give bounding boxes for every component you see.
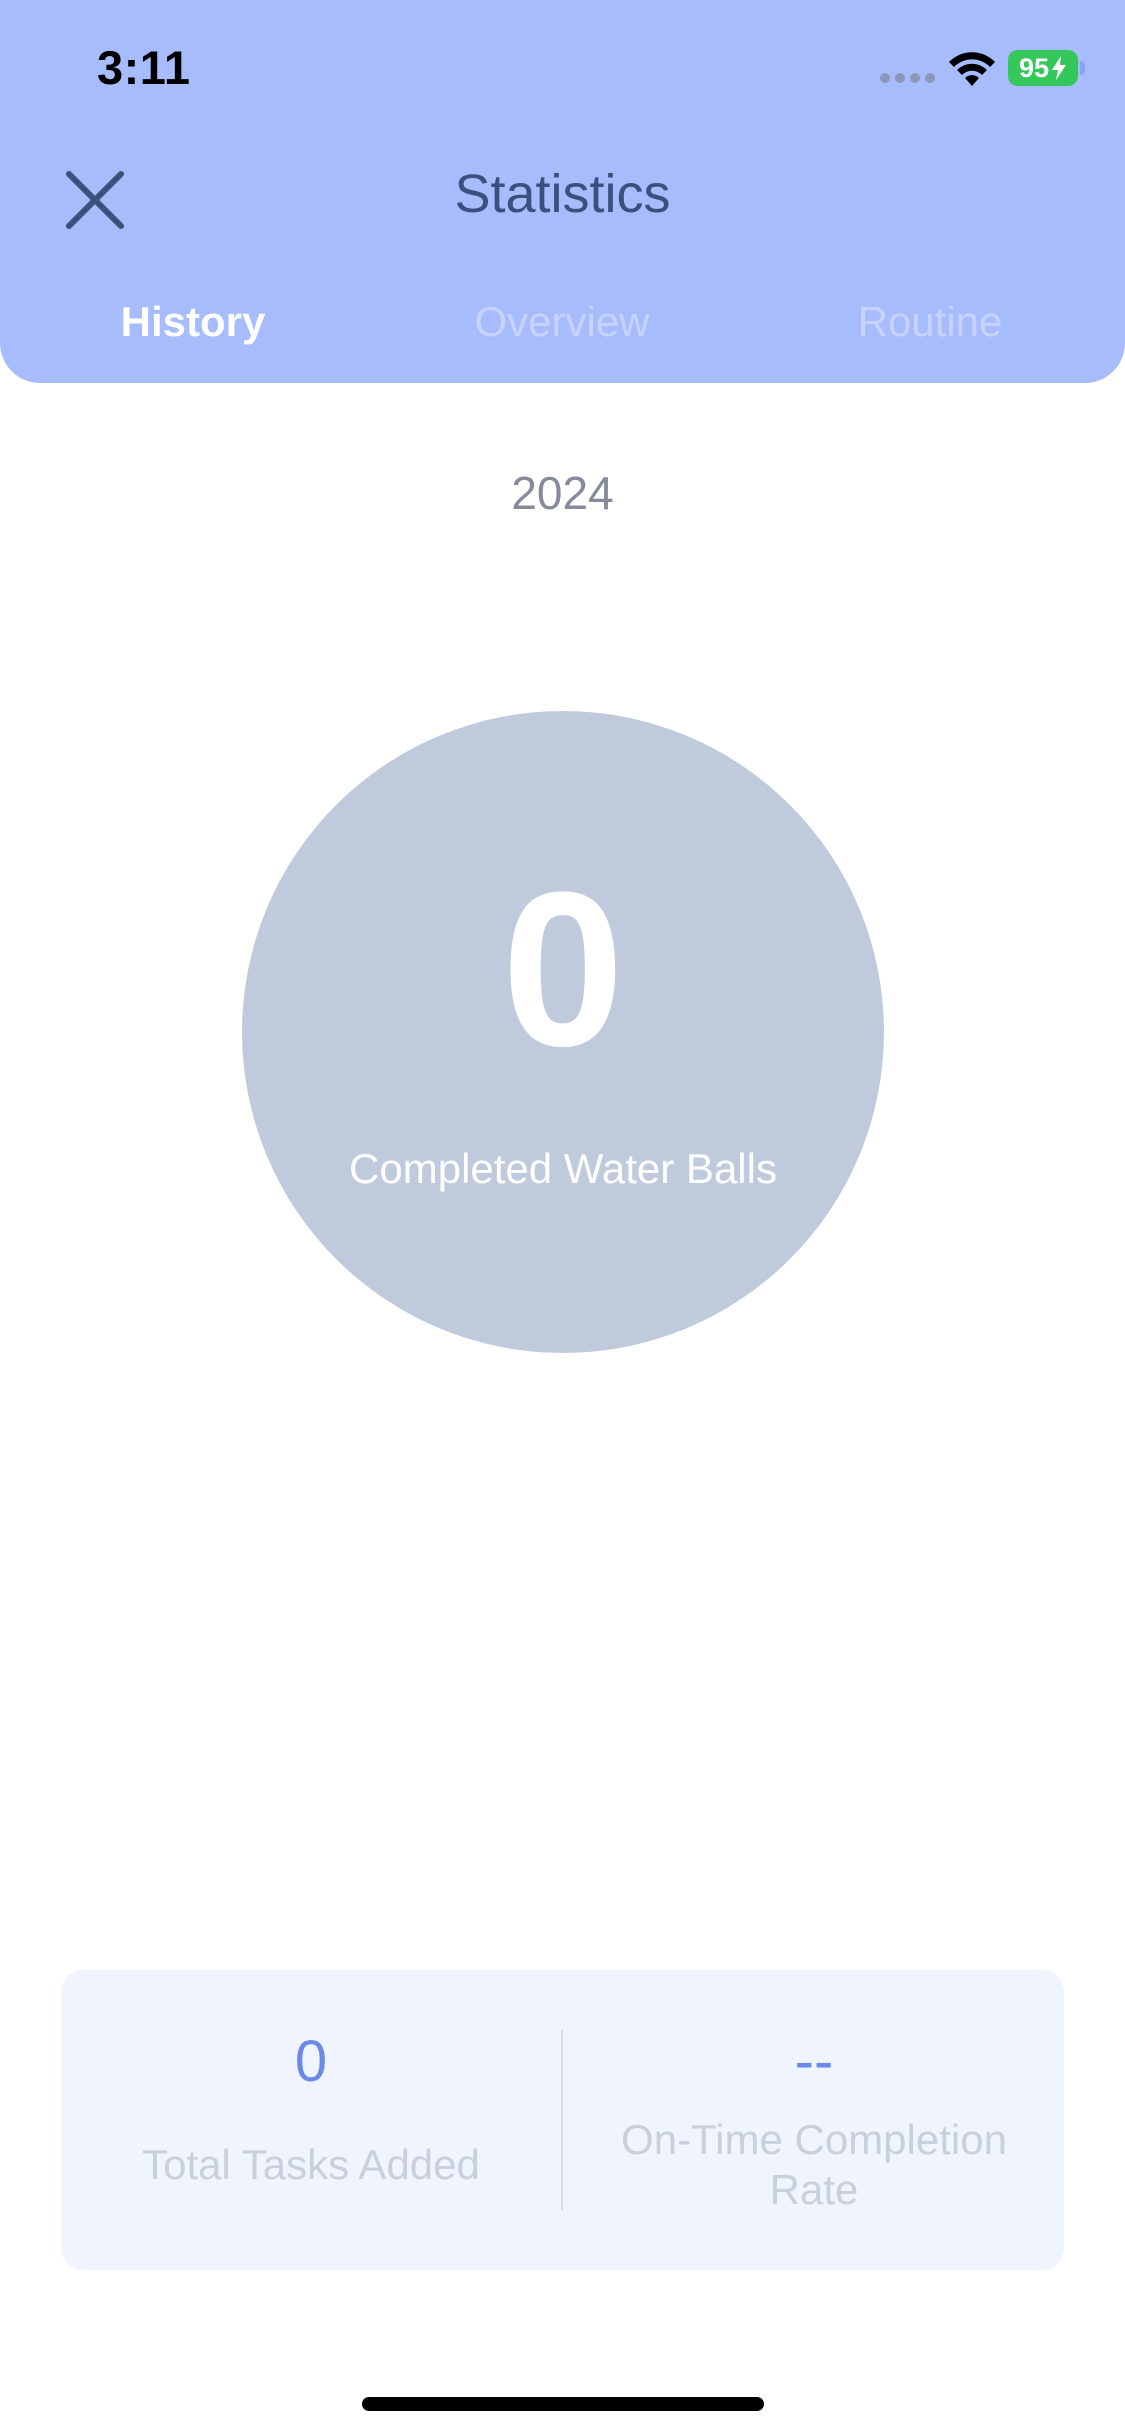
tab-overview[interactable]: Overview: [402, 298, 722, 346]
charging-bolt-icon: [1052, 56, 1067, 80]
year-label[interactable]: 2024: [0, 466, 1125, 520]
total-tasks-label: Total Tasks Added: [142, 2141, 480, 2188]
cellular-signal-icon: [880, 73, 936, 85]
completed-water-balls-circle: 0 Completed Water Balls: [242, 711, 884, 1353]
on-time-rate-label: On-Time Completion Rate: [621, 2116, 1007, 2213]
battery-level: 95: [1018, 52, 1050, 83]
battery-icon: 95: [1008, 50, 1078, 86]
tab-routine[interactable]: Routine: [770, 298, 1090, 346]
header: 3:11 95 Statistics History Overview Rout…: [0, 0, 1125, 383]
completed-count: 0: [501, 846, 625, 1092]
wifi-icon: [949, 52, 995, 86]
tab-history[interactable]: History: [33, 298, 353, 346]
total-tasks-stat: 0 Total Tasks Added: [61, 1970, 561, 2270]
on-time-rate-stat: -- On-Time Completion Rate: [564, 1970, 1064, 2270]
on-time-rate-value: --: [794, 2029, 834, 2094]
total-tasks-value: 0: [294, 2029, 328, 2094]
completed-label: Completed Water Balls: [349, 1145, 777, 1192]
stats-card: 0 Total Tasks Added -- On-Time Completio…: [61, 1970, 1064, 2270]
home-indicator: [362, 2397, 764, 2411]
battery-cap: [1080, 61, 1085, 75]
stats-divider: [561, 2030, 563, 2210]
status-time: 3:11: [97, 41, 191, 94]
page-title: Statistics: [454, 164, 671, 224]
